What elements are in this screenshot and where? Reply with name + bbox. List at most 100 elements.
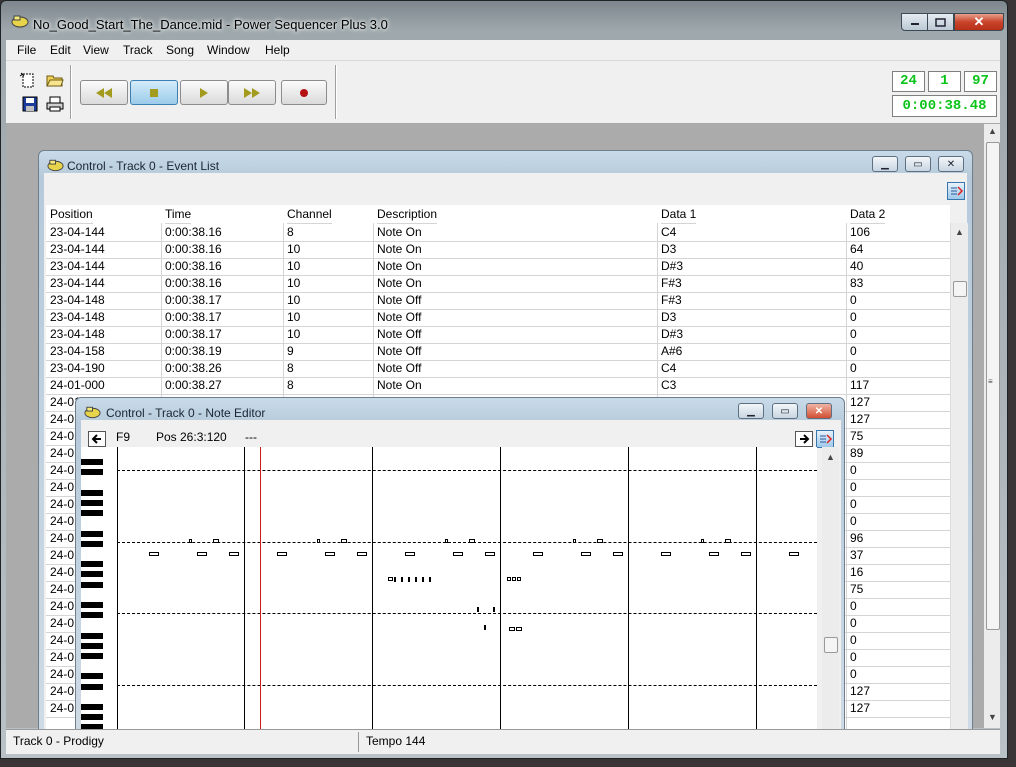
rewind-button[interactable] xyxy=(80,80,128,105)
print-icon[interactable] xyxy=(46,96,64,112)
black-key[interactable] xyxy=(81,632,103,639)
black-key[interactable] xyxy=(81,571,103,578)
midi-note[interactable] xyxy=(661,552,671,556)
piano-keyboard[interactable] xyxy=(81,447,118,730)
midi-note[interactable] xyxy=(509,627,515,631)
menu-help[interactable]: Help xyxy=(265,43,290,57)
note-editor-scrollbar[interactable]: ▲ xyxy=(822,447,839,730)
midi-note[interactable] xyxy=(429,577,431,582)
note-editor-minimize-button[interactable]: ▁ xyxy=(738,403,764,419)
midi-note[interactable] xyxy=(388,577,393,581)
midi-note[interactable] xyxy=(422,577,424,582)
column-header-data2[interactable]: Data 2 xyxy=(850,205,886,224)
table-row[interactable]: 23-04-144 0:00:38.16 10 Note On F#3 83 xyxy=(46,275,950,293)
table-row[interactable]: 23-04-148 0:00:38.17 10 Note Off D3 0 xyxy=(46,309,950,327)
menu-file[interactable]: File xyxy=(17,43,36,57)
menu-track[interactable]: Track xyxy=(123,43,153,57)
midi-note[interactable] xyxy=(485,552,495,556)
black-key[interactable] xyxy=(81,714,103,721)
menu-window[interactable]: Window xyxy=(207,43,250,57)
midi-note[interactable] xyxy=(709,552,719,556)
maximize-button[interactable] xyxy=(927,13,954,31)
black-key[interactable] xyxy=(81,602,103,608)
event-list-maximize-button[interactable]: ▭ xyxy=(905,156,931,172)
black-key[interactable] xyxy=(81,530,103,537)
note-editor-close-button[interactable]: ✕ xyxy=(806,403,832,419)
black-key[interactable] xyxy=(81,561,103,568)
black-key[interactable] xyxy=(81,683,103,690)
midi-note[interactable] xyxy=(581,552,591,556)
new-file-icon[interactable] xyxy=(19,72,37,88)
midi-note[interactable] xyxy=(493,607,495,612)
black-key[interactable] xyxy=(81,510,103,517)
black-key[interactable] xyxy=(81,653,103,659)
save-icon[interactable] xyxy=(21,96,39,112)
event-list-scrollbar[interactable]: ▲ xyxy=(950,223,968,742)
menu-song[interactable]: Song xyxy=(166,43,194,57)
midi-note[interactable] xyxy=(789,552,799,556)
midi-note[interactable] xyxy=(415,577,417,582)
midi-note[interactable] xyxy=(477,607,479,612)
play-button[interactable] xyxy=(180,80,228,105)
midi-note[interactable] xyxy=(597,539,603,543)
table-row[interactable]: 23-04-148 0:00:38.17 10 Note Off F#3 0 xyxy=(46,292,950,310)
midi-note[interactable] xyxy=(516,627,522,631)
midi-note[interactable] xyxy=(394,577,396,582)
midi-note[interactable] xyxy=(213,539,219,543)
black-key[interactable] xyxy=(81,612,103,619)
table-row[interactable]: 23-04-158 0:00:38.19 9 Note Off A#6 0 xyxy=(46,343,950,361)
scroll-right-button[interactable] xyxy=(795,431,813,447)
stop-button[interactable] xyxy=(130,80,178,105)
midi-note[interactable] xyxy=(277,552,287,556)
midi-note[interactable] xyxy=(517,577,521,581)
black-key[interactable] xyxy=(81,459,103,466)
midi-note[interactable] xyxy=(341,539,347,543)
title-bar[interactable]: No_Good_Start_The_Dance.mid - Power Sequ… xyxy=(1,1,1009,39)
midi-note[interactable] xyxy=(512,577,516,581)
menu-edit[interactable]: Edit xyxy=(50,43,71,57)
scroll-down-icon[interactable]: ▼ xyxy=(988,712,997,722)
black-key[interactable] xyxy=(81,540,103,547)
midi-note[interactable] xyxy=(149,552,159,556)
midi-note[interactable] xyxy=(741,552,751,556)
midi-note[interactable] xyxy=(325,552,335,556)
midi-note[interactable] xyxy=(357,552,367,556)
black-key[interactable] xyxy=(81,704,103,710)
black-key[interactable] xyxy=(81,673,103,680)
event-list-close-button[interactable]: ✕ xyxy=(938,156,964,172)
event-list-scroll-thumb[interactable] xyxy=(953,281,967,297)
midi-note[interactable] xyxy=(701,539,704,543)
piano-roll[interactable] xyxy=(81,447,817,730)
note-editor-scroll-thumb[interactable] xyxy=(824,637,838,653)
midi-note[interactable] xyxy=(229,552,239,556)
column-header-data1[interactable]: Data 1 xyxy=(661,205,697,224)
midi-note[interactable] xyxy=(408,577,410,582)
column-header-position[interactable]: Position xyxy=(50,205,93,224)
scroll-thumb[interactable] xyxy=(986,142,1000,630)
midi-note[interactable] xyxy=(197,552,207,556)
minimize-button[interactable] xyxy=(901,13,928,31)
midi-note[interactable] xyxy=(189,539,192,543)
table-row[interactable]: 23-04-144 0:00:38.16 10 Note On D#3 40 xyxy=(46,258,950,276)
record-button[interactable] xyxy=(281,80,327,105)
black-key[interactable] xyxy=(81,581,103,588)
table-row[interactable]: 23-04-148 0:00:38.17 10 Note Off D#3 0 xyxy=(46,326,950,344)
workspace-scrollbar[interactable]: ▲ ≡ ▼ xyxy=(984,124,1000,728)
midi-note[interactable] xyxy=(533,552,543,556)
table-row[interactable]: 23-04-190 0:00:38.26 8 Note Off C4 0 xyxy=(46,360,950,378)
open-folder-icon[interactable] xyxy=(46,72,64,88)
midi-note[interactable] xyxy=(317,539,320,543)
midi-note[interactable] xyxy=(405,552,415,556)
note-filter-button[interactable] xyxy=(816,430,834,448)
black-key[interactable] xyxy=(81,469,103,476)
scroll-up-icon[interactable]: ▲ xyxy=(826,452,835,462)
table-row[interactable]: 24-01-000 0:00:38.27 8 Note On C3 117 xyxy=(46,377,950,395)
table-row[interactable]: 23-04-144 0:00:38.16 8 Note On C4 106 xyxy=(46,224,950,242)
column-header-time[interactable]: Time xyxy=(165,205,192,224)
playhead[interactable] xyxy=(260,447,261,730)
midi-note[interactable] xyxy=(445,539,448,543)
midi-note[interactable] xyxy=(573,539,576,543)
table-row[interactable]: 23-04-144 0:00:38.16 10 Note On D3 64 xyxy=(46,241,950,259)
scroll-left-button[interactable] xyxy=(88,431,106,447)
note-editor-maximize-button[interactable]: ▭ xyxy=(772,403,798,419)
